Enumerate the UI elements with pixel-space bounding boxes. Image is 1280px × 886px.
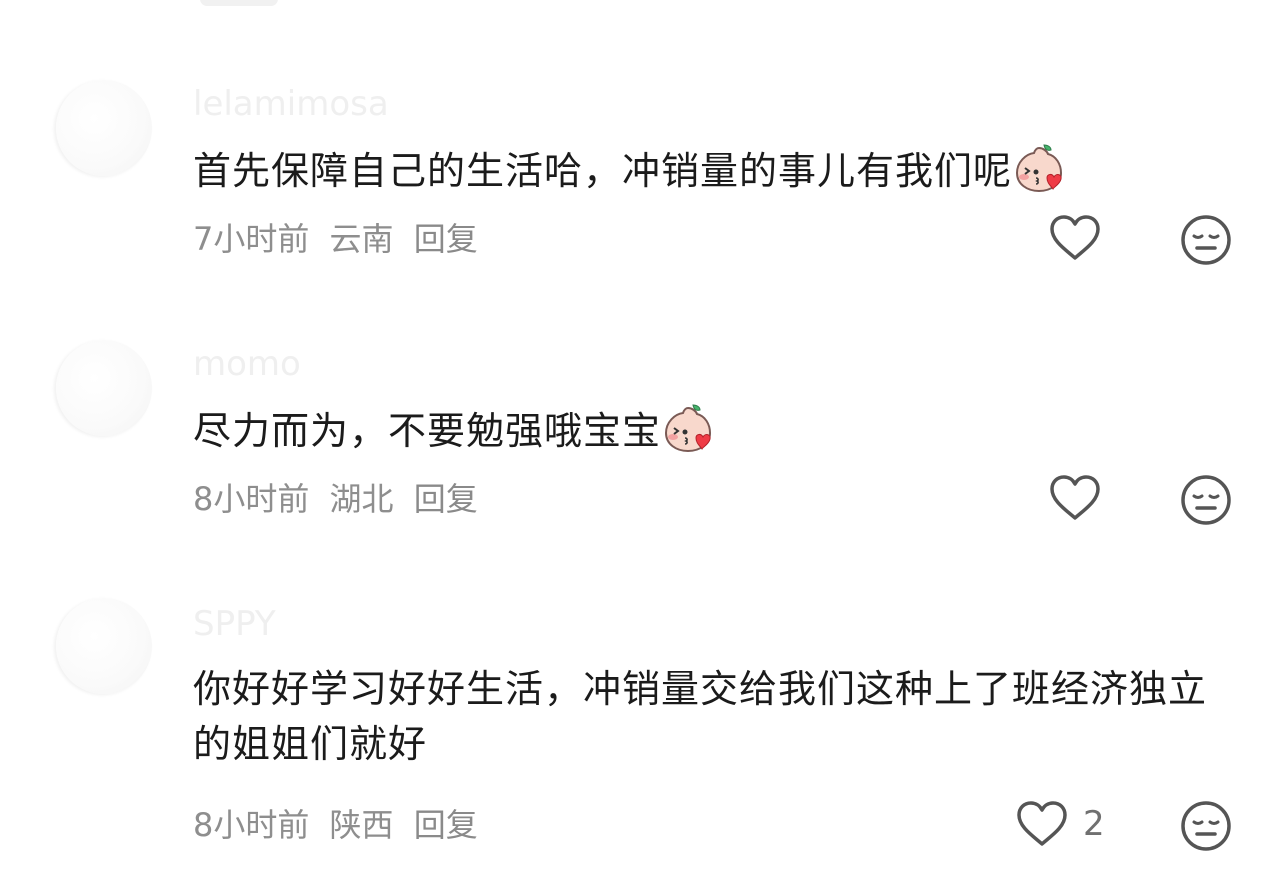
heart-icon[interactable]: [1048, 472, 1102, 526]
like-count: 2: [1083, 804, 1105, 844]
timestamp: 7小时前: [193, 220, 310, 258]
neutral-face-icon[interactable]: [1179, 213, 1233, 267]
comment-text: 你好好学习好好生活，冲销量交给我们这种上了班经济独立的姐姐们就好: [193, 667, 1208, 766]
reply-button[interactable]: 回复: [414, 806, 478, 844]
comment-text: 首先保障自己的生活哈，冲销量的事儿有我们呢: [193, 144, 1223, 199]
location: 云南: [329, 220, 394, 258]
comment-meta: 7小时前 云南 回复: [193, 214, 488, 260]
avatar[interactable]: [56, 340, 152, 436]
timestamp: 8小时前: [193, 806, 310, 844]
heart-icon[interactable]: [1048, 212, 1102, 266]
neutral-face-icon[interactable]: [1179, 473, 1233, 527]
blush-peach-emoji-icon: [665, 404, 712, 453]
reply-button[interactable]: 回复: [414, 220, 478, 258]
location: 陕西: [329, 806, 394, 844]
scroll-handle: [200, 0, 278, 6]
location: 湖北: [329, 480, 394, 518]
avatar[interactable]: [56, 80, 152, 176]
timestamp: 8小时前: [193, 480, 310, 518]
comment-body: 首先保障自己的生活哈，冲销量的事儿有我们呢: [193, 149, 1013, 193]
blush-peach-emoji-icon: [1016, 144, 1063, 193]
neutral-face-icon[interactable]: [1179, 799, 1233, 853]
username[interactable]: momo: [193, 344, 301, 384]
comment-list: lelamimosa 首先保障自己的生活哈，冲销量的事儿有我们呢 7小时前 云南…: [0, 0, 1280, 886]
comment-text: 尽力而为，不要勉强哦宝宝: [193, 404, 1223, 459]
username[interactable]: lelamimosa: [193, 84, 389, 124]
comment-meta: 8小时前 湖北 回复: [193, 474, 488, 520]
avatar[interactable]: [56, 598, 152, 694]
comment-meta: 8小时前 陕西 回复: [193, 800, 488, 846]
comment-body: 尽力而为，不要勉强哦宝宝: [193, 409, 662, 453]
heart-icon[interactable]: [1015, 798, 1069, 852]
username[interactable]: SPPY: [193, 604, 276, 644]
reply-button[interactable]: 回复: [414, 480, 478, 518]
